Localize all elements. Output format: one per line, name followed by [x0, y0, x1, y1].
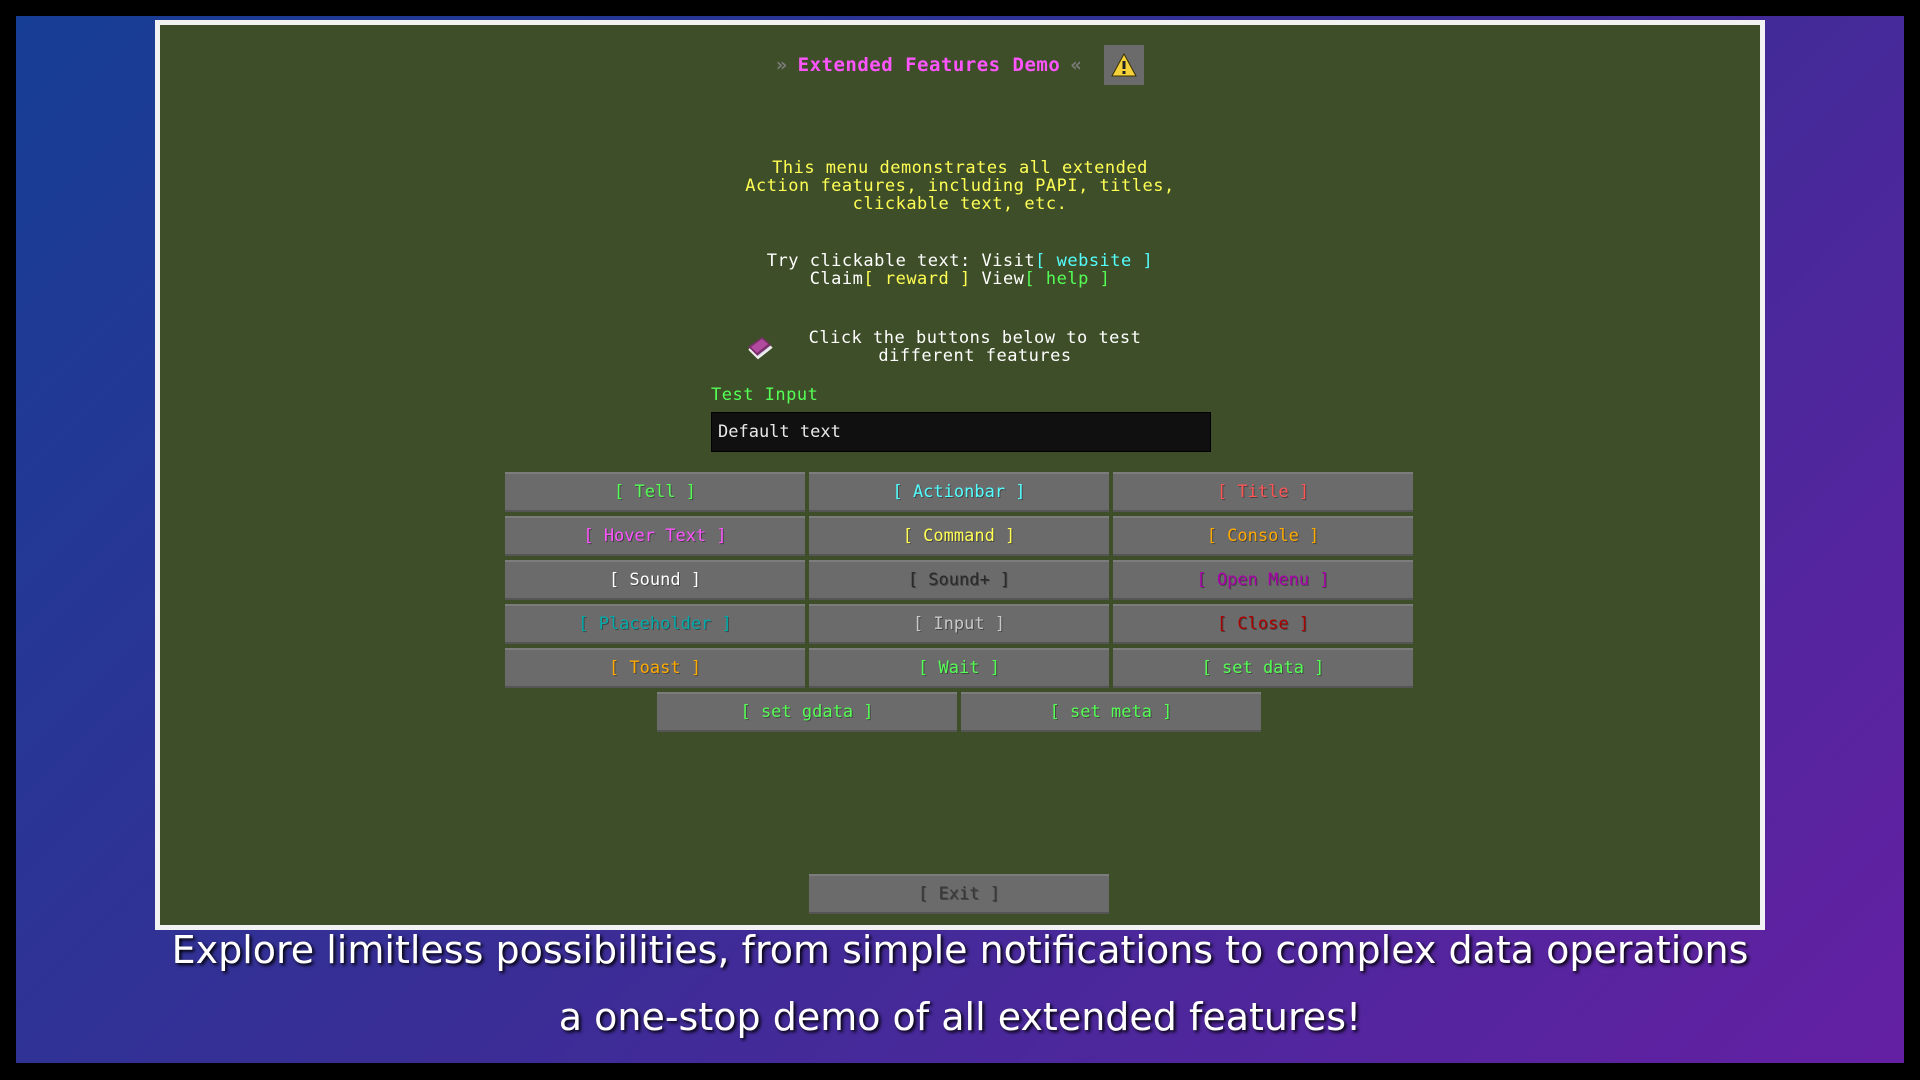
set-meta-button-label: [ set meta ] — [1049, 702, 1173, 722]
set-data-button-label: [ set data ] — [1201, 658, 1325, 678]
actionbar-button[interactable]: [ Actionbar ] — [809, 472, 1109, 512]
tell-button-label: [ Tell ] — [614, 482, 696, 502]
set-meta-button[interactable]: [ set meta ] — [961, 692, 1261, 732]
exit-button[interactable]: [ Exit ] — [809, 874, 1109, 914]
links-line-2: Claim[ reward ] View[ help ] — [160, 270, 1760, 288]
claim-text: Claim — [809, 269, 864, 289]
hint-row: Click the buttons below to test differen… — [160, 327, 1760, 367]
menu-title: Extended Features Demo — [797, 54, 1061, 76]
warning-icon[interactable] — [1104, 45, 1145, 85]
actionbar-button-label: [ Actionbar ] — [892, 482, 1026, 502]
input-button[interactable]: [ Input ] — [809, 604, 1109, 644]
placeholder-button[interactable]: [ Placeholder ] — [505, 604, 805, 644]
command-button-label: [ Command ] — [902, 526, 1016, 546]
exit-button-label: [ Exit ] — [918, 884, 1000, 904]
console-button[interactable]: [ Console ] — [1113, 516, 1413, 556]
close-button-label: [ Close ] — [1216, 614, 1310, 634]
tell-button[interactable]: [ Tell ] — [505, 472, 805, 512]
menu-title-bar: » Extended Features Demo « — [160, 45, 1760, 85]
open-menu-button[interactable]: [ Open Menu ] — [1113, 560, 1413, 600]
links-line-1: Try clickable text: Visit[ website ] — [160, 252, 1760, 270]
placeholder-button-label: [ Placeholder ] — [578, 614, 732, 634]
wait-button[interactable]: [ Wait ] — [809, 648, 1109, 688]
view-text: View — [970, 269, 1025, 289]
title-prefix: » — [775, 54, 788, 76]
hint-text: Click the buttons below to test differen… — [808, 328, 1142, 366]
caption-line-2: a one-stop demo of all extended features… — [558, 995, 1362, 1039]
title-button-label: [ Title ] — [1216, 482, 1310, 502]
sound-button-label: [ Sound ] — [608, 570, 702, 590]
test-input-field[interactable] — [711, 412, 1211, 452]
website-link[interactable]: [ website ] — [1035, 251, 1153, 271]
wait-button-label: [ Wait ] — [918, 658, 1000, 678]
close-button[interactable]: [ Close ] — [1113, 604, 1413, 644]
title-suffix: « — [1070, 54, 1083, 76]
sound-plus-button[interactable]: [ Sound+ ] — [809, 560, 1109, 600]
title-button[interactable]: [ Title ] — [1113, 472, 1413, 512]
test-input-label: Test Input — [711, 385, 819, 405]
sound-button[interactable]: [ Sound ] — [505, 560, 805, 600]
caption-line-1: Explore limitless possibilities, from si… — [171, 928, 1749, 972]
set-gdata-button-label: [ set gdata ] — [740, 702, 874, 722]
input-button-label: [ Input ] — [912, 614, 1006, 634]
hover-text-button[interactable]: [ Hover Text ] — [505, 516, 805, 556]
menu-description: This menu demonstrates all extended Acti… — [745, 158, 1175, 214]
open-menu-button-label: [ Open Menu ] — [1196, 570, 1330, 590]
toast-button-label: [ Toast ] — [608, 658, 702, 678]
toast-button[interactable]: [ Toast ] — [505, 648, 805, 688]
sound-plus-button-label: [ Sound+ ] — [907, 570, 1011, 590]
reward-link[interactable]: [ reward ] — [863, 269, 970, 289]
console-button-label: [ Console ] — [1206, 526, 1320, 546]
command-button[interactable]: [ Command ] — [809, 516, 1109, 556]
set-gdata-button[interactable]: [ set gdata ] — [657, 692, 957, 732]
try-text: Try clickable text: Visit — [766, 251, 1036, 271]
menu-window: » Extended Features Demo « This menu dem… — [155, 20, 1765, 930]
help-link[interactable]: [ help ] — [1024, 269, 1110, 289]
set-data-button[interactable]: [ set data ] — [1113, 648, 1413, 688]
hover-text-button-label: [ Hover Text ] — [583, 526, 727, 546]
clickable-text-block: Try clickable text: Visit[ website ] Cla… — [160, 252, 1760, 288]
